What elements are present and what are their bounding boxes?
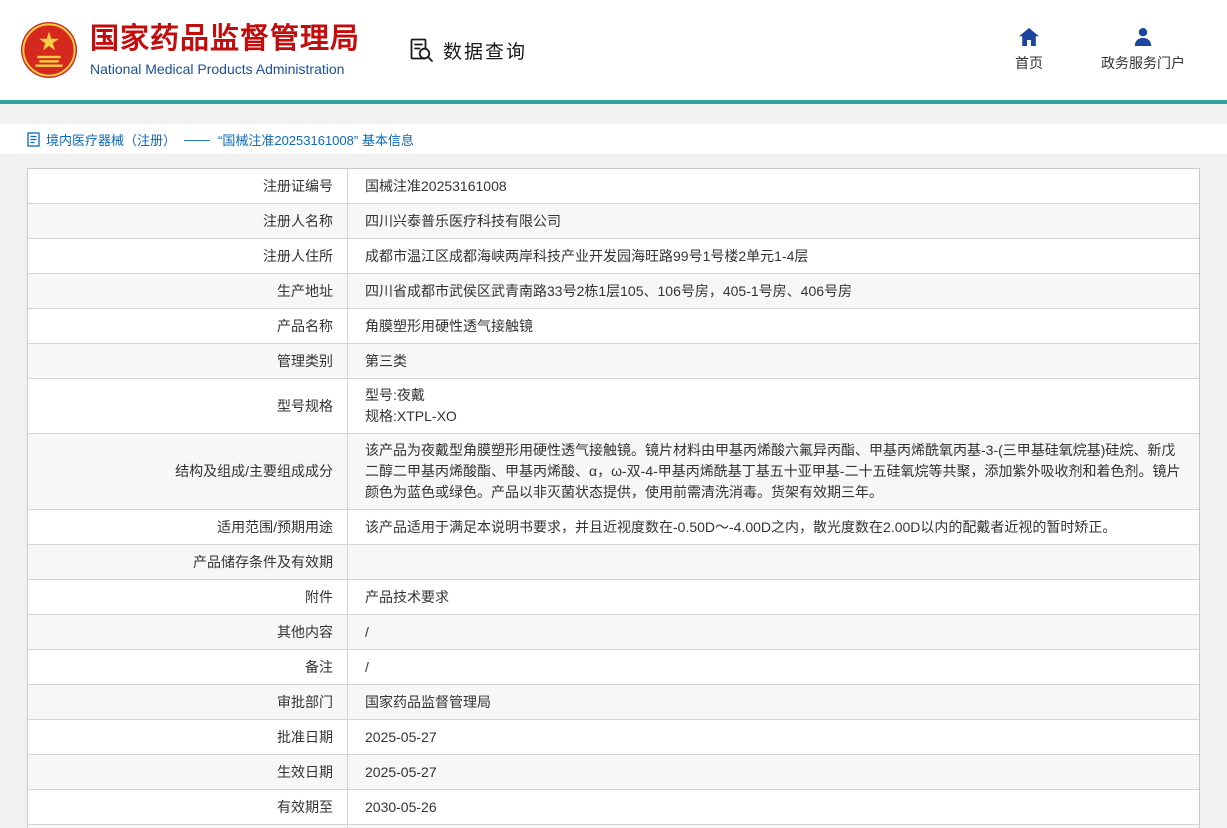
nav-data-query[interactable]: 数据查询 (408, 37, 527, 64)
brand-text: 国家药品监督管理局 National Medical Products Admi… (90, 23, 360, 76)
header-nav: 首页 政务服务门户 (1015, 27, 1185, 73)
row-value: 四川省成都市武侯区武青南路33号2栋1层105、106号房，405-1号房、40… (348, 274, 1199, 308)
row-label: 附件 (28, 580, 348, 614)
document-icon (27, 132, 40, 147)
row-approval-department: 审批部门 国家药品监督管理局 (28, 685, 1199, 720)
row-registrant-name: 注册人名称 四川兴泰普乐医疗科技有限公司 (28, 204, 1199, 239)
row-management-class: 管理类别 第三类 (28, 344, 1199, 379)
user-icon (1133, 27, 1153, 47)
nav-portal-label: 政务服务门户 (1101, 53, 1185, 73)
row-label: 备注 (28, 650, 348, 684)
row-model-spec: 型号规格 型号:夜戴 规格:XTPL-XO (28, 379, 1199, 434)
nav-home-label: 首页 (1015, 53, 1043, 73)
row-label: 有效期至 (28, 790, 348, 824)
nav-portal[interactable]: 政务服务门户 (1101, 27, 1185, 73)
row-structure-composition: 结构及组成/主要组成成分 该产品为夜戴型角膜塑形用硬性透气接触镜。镜片材料由甲基… (28, 434, 1199, 510)
row-label: 管理类别 (28, 344, 348, 378)
row-production-address: 生产地址 四川省成都市武侯区武青南路33号2栋1层105、106号房，405-1… (28, 274, 1199, 309)
row-scope-of-application: 适用范围/预期用途 该产品适用于满足本说明书要求，并且近视度数在-0.50D～-… (28, 510, 1199, 545)
row-label: 其他内容 (28, 615, 348, 649)
row-storage-conditions: 产品储存条件及有效期 (28, 545, 1199, 580)
row-label: 结构及组成/主要组成成分 (28, 434, 348, 509)
home-icon (1018, 27, 1040, 47)
row-value: 国械注准20253161008 (348, 169, 1199, 203)
row-value (348, 545, 1199, 579)
row-product-name: 产品名称 角膜塑形用硬性透气接触镜 (28, 309, 1199, 344)
row-label: 型号规格 (28, 379, 348, 433)
row-label: 产品名称 (28, 309, 348, 343)
row-other-content: 其他内容 / (28, 615, 1199, 650)
row-label: 适用范围/预期用途 (28, 510, 348, 544)
row-value: 该产品适用于满足本说明书要求，并且近视度数在-0.50D～-4.00D之内，散光… (348, 510, 1199, 544)
attachment-link[interactable]: 产品技术要求 (348, 580, 1199, 614)
row-value: 成都市温江区成都海峡两岸科技产业开发园海旺路99号1号楼2单元1-4层 (348, 239, 1199, 273)
row-value: 2025-05-27 (348, 755, 1199, 789)
breadcrumb-section[interactable]: 境内医疗器械（注册） (46, 130, 176, 149)
breadcrumb-separator: —— (184, 132, 210, 147)
row-value: 2025-05-27 (348, 720, 1199, 754)
row-value: 角膜塑形用硬性透气接触镜 (348, 309, 1199, 343)
org-name-cn: 国家药品监督管理局 (90, 23, 360, 56)
row-value: 型号:夜戴 规格:XTPL-XO (348, 379, 1199, 433)
row-label: 审批部门 (28, 685, 348, 719)
row-value: 该产品为夜戴型角膜塑形用硬性透气接触镜。镜片材料由甲基丙烯酸六氟异丙酯、甲基丙烯… (348, 434, 1199, 509)
row-label: 注册人名称 (28, 204, 348, 238)
row-label: 生产地址 (28, 274, 348, 308)
breadcrumb: 境内医疗器械（注册） —— “国械注准20253161008” 基本信息 (0, 124, 1227, 154)
site-header: 国家药品监督管理局 National Medical Products Admi… (0, 0, 1227, 104)
row-attachment: 附件 产品技术要求 (28, 580, 1199, 615)
row-registration-number: 注册证编号 国械注准20253161008 (28, 169, 1199, 204)
org-name-en: National Medical Products Administration (90, 61, 360, 77)
row-value: / (348, 615, 1199, 649)
row-value: 四川兴泰普乐医疗科技有限公司 (348, 204, 1199, 238)
row-effective-date: 生效日期 2025-05-27 (28, 755, 1199, 790)
row-remarks: 备注 / (28, 650, 1199, 685)
row-label: 生效日期 (28, 755, 348, 789)
row-label: 批准日期 (28, 720, 348, 754)
row-expiry-date: 有效期至 2030-05-26 (28, 790, 1199, 825)
breadcrumb-current: “国械注准20253161008” 基本信息 (218, 130, 414, 149)
row-registrant-address: 注册人住所 成都市温江区成都海峡两岸科技产业开发园海旺路99号1号楼2单元1-4… (28, 239, 1199, 274)
row-value: 2030-05-26 (348, 790, 1199, 824)
row-value: / (348, 650, 1199, 684)
row-label: 产品储存条件及有效期 (28, 545, 348, 579)
nav-home[interactable]: 首页 (1015, 27, 1043, 73)
data-query-icon (408, 37, 435, 64)
national-emblem-logo (20, 21, 78, 79)
row-label: 注册人住所 (28, 239, 348, 273)
row-label: 注册证编号 (28, 169, 348, 203)
row-value: 第三类 (348, 344, 1199, 378)
data-query-label: 数据查询 (443, 37, 527, 64)
registration-info-table: 注册证编号 国械注准20253161008 注册人名称 四川兴泰普乐医疗科技有限… (27, 168, 1200, 828)
row-value: 国家药品监督管理局 (348, 685, 1199, 719)
brand[interactable]: 国家药品监督管理局 National Medical Products Admi… (20, 21, 360, 79)
row-approval-date: 批准日期 2025-05-27 (28, 720, 1199, 755)
